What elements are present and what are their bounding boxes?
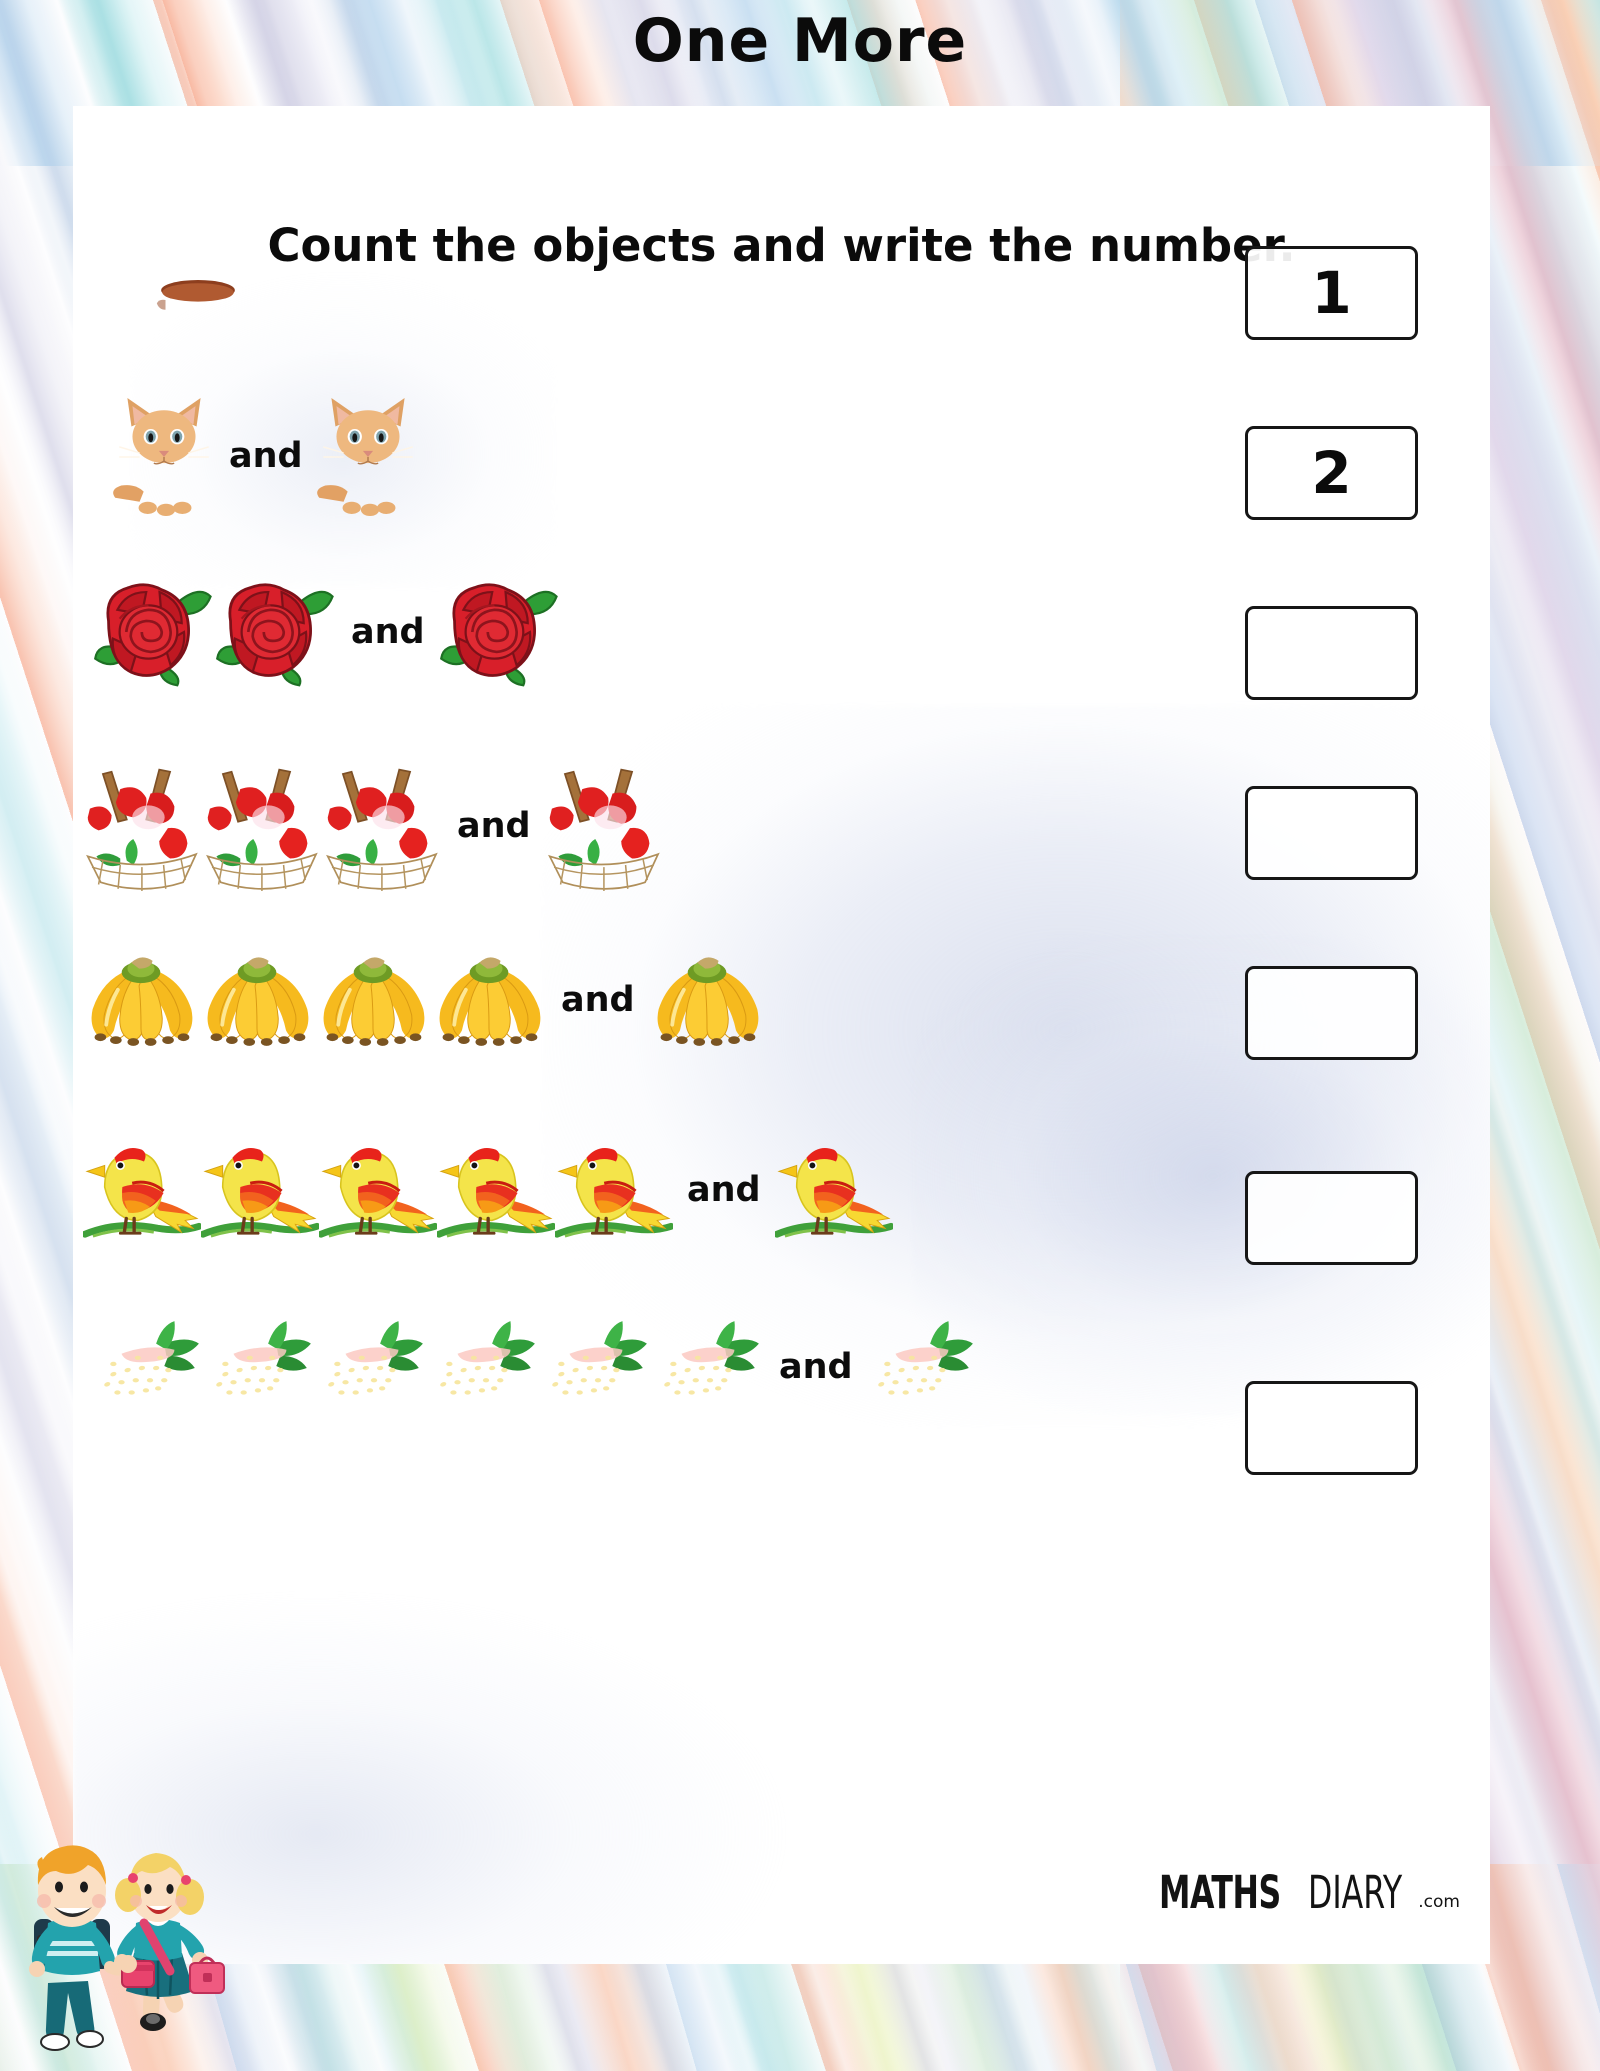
banana-icon xyxy=(649,951,765,1048)
bird-icon xyxy=(437,1136,555,1244)
logo-suffix-text: .com xyxy=(1418,1891,1460,1912)
answer-box-5[interactable] xyxy=(1245,966,1418,1060)
right-object-group xyxy=(439,576,561,688)
answer-box-3[interactable] xyxy=(1245,606,1418,700)
bird-icon xyxy=(555,1136,673,1244)
row-icecream: and xyxy=(83,761,1183,891)
rose-icon xyxy=(93,576,215,688)
and-label: and xyxy=(351,612,425,652)
flower-pot-icon xyxy=(133,266,263,386)
boy-figure xyxy=(29,1845,130,2051)
right-object-group xyxy=(867,1321,979,1413)
left-object-group xyxy=(83,951,547,1048)
strawberry-icon xyxy=(429,1321,541,1413)
and-label: and xyxy=(229,436,303,476)
page-title: One More xyxy=(632,6,968,76)
ice-cream-icon xyxy=(203,761,323,891)
and-label: and xyxy=(457,806,531,846)
right-object-group xyxy=(775,1136,893,1244)
logo-primary-text: MATHS xyxy=(1159,1865,1282,1919)
left-object-group xyxy=(93,576,337,688)
and-label: and xyxy=(687,1170,761,1210)
banana-icon xyxy=(199,951,315,1048)
row-strawberry: and xyxy=(93,1321,1193,1413)
strawberry-icon xyxy=(653,1321,765,1413)
left-object-group xyxy=(83,1136,673,1244)
left-object-group xyxy=(113,396,215,516)
right-object-group xyxy=(545,761,665,891)
rose-icon xyxy=(439,576,561,688)
ice-cream-icon xyxy=(545,761,665,891)
logo-secondary-text: DIARY xyxy=(1307,1865,1402,1919)
left-object-group xyxy=(83,761,443,891)
and-label: and xyxy=(561,979,635,1020)
ice-cream-icon xyxy=(83,761,203,891)
worksheet-card: Count the objects and write the number. … xyxy=(73,106,1490,1964)
answer-box-4[interactable] xyxy=(1245,786,1418,880)
school-kids-illustration xyxy=(29,1845,225,2051)
row-kitten: and xyxy=(113,396,1213,516)
ice-cream-icon xyxy=(323,761,443,891)
bird-icon xyxy=(201,1136,319,1244)
bird-icon xyxy=(319,1136,437,1244)
rose-icon xyxy=(215,576,337,688)
right-object-group xyxy=(317,396,419,516)
right-object-group xyxy=(133,266,263,386)
right-object-group xyxy=(649,951,765,1048)
bird-icon xyxy=(83,1136,201,1244)
strawberry-icon xyxy=(867,1321,979,1413)
row-bird: and xyxy=(83,1136,1183,1244)
strawberry-icon xyxy=(541,1321,653,1413)
strawberry-icon xyxy=(93,1321,205,1413)
answer-boxes-container: 12 xyxy=(1245,246,1420,1486)
banana-icon xyxy=(83,951,199,1048)
banana-icon xyxy=(431,951,547,1048)
answer-box-1[interactable]: 1 xyxy=(1245,246,1418,340)
answer-box-2[interactable]: 2 xyxy=(1245,426,1418,520)
girl-figure xyxy=(114,1853,225,2031)
worksheet-page: One More Count the objects and write the… xyxy=(0,0,1600,2071)
bird-icon xyxy=(775,1136,893,1244)
and-label: and xyxy=(779,1347,853,1387)
kitten-icon xyxy=(113,396,215,516)
row-flowerpot xyxy=(133,266,1233,386)
mathsdiary-logo: MATHS DIARY .com xyxy=(1159,1865,1460,1919)
answer-box-7[interactable] xyxy=(1245,1381,1418,1475)
left-object-group xyxy=(93,1321,765,1413)
answer-box-6[interactable] xyxy=(1245,1171,1418,1265)
kitten-icon xyxy=(317,396,419,516)
banana-icon xyxy=(315,951,431,1048)
row-banana: and xyxy=(83,951,1183,1048)
row-rose: and xyxy=(93,576,1193,688)
strawberry-icon xyxy=(317,1321,429,1413)
strawberry-icon xyxy=(205,1321,317,1413)
